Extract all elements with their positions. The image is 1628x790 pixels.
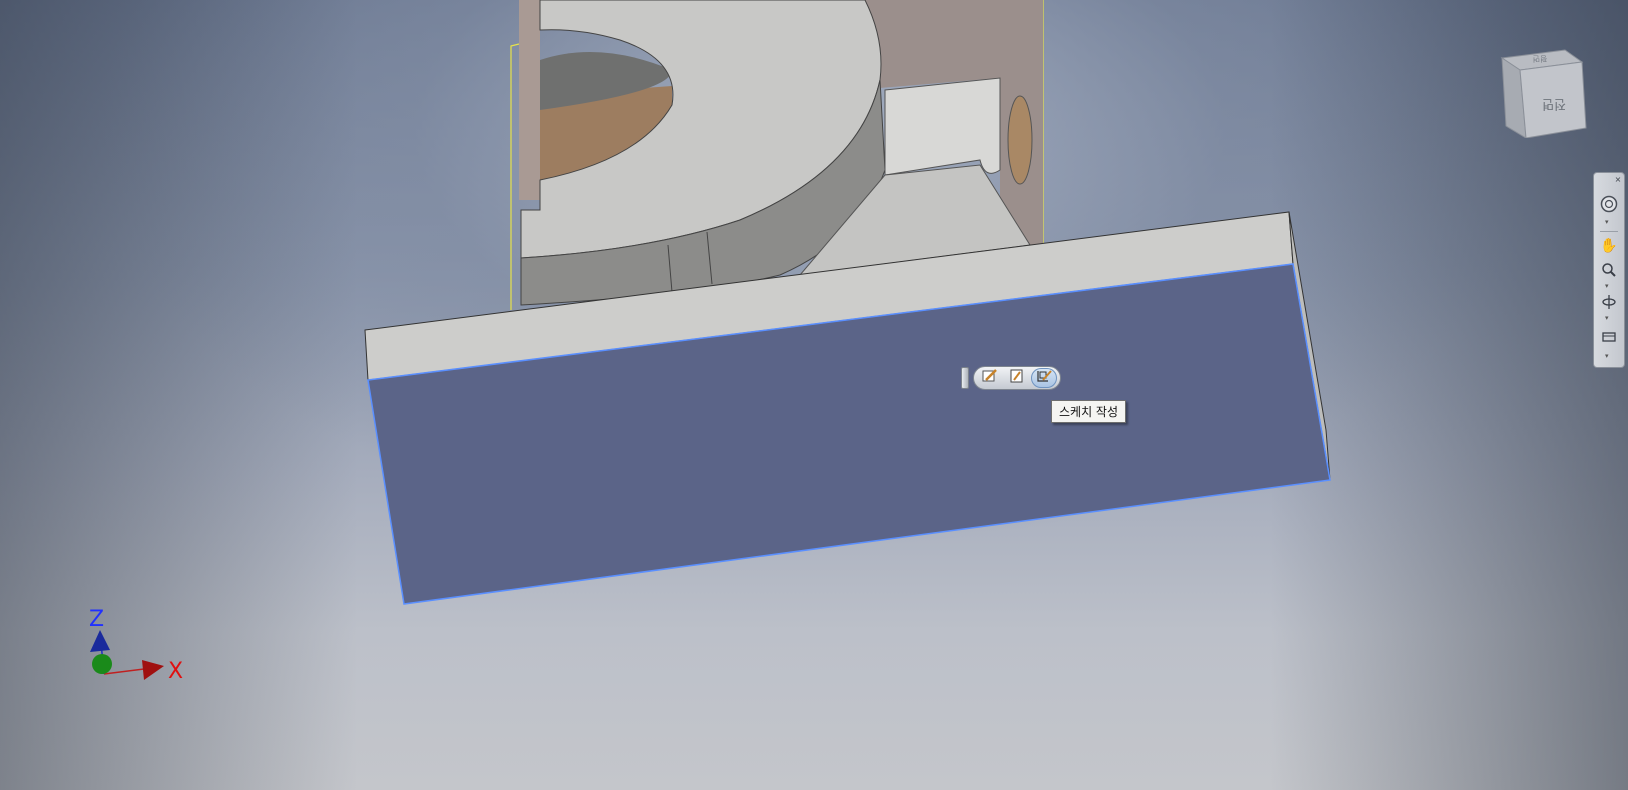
boss-cylinder xyxy=(884,77,1001,176)
orbit-icon[interactable] xyxy=(1598,291,1620,313)
orbit-caret-icon[interactable]: ▾ xyxy=(1605,315,1609,322)
navbar-customize-icon[interactable]: ▾ xyxy=(1605,353,1609,360)
tooltip: 스케치 작성 xyxy=(1051,400,1127,423)
viewcube-top-label: 평면 xyxy=(1533,54,1548,64)
navbar-close-icon[interactable]: × xyxy=(1614,175,1622,184)
steering-wheel-icon[interactable] xyxy=(1598,193,1620,215)
view-cube[interactable]: 전면 평면 xyxy=(1490,38,1600,139)
part-outline-highlight xyxy=(510,43,520,310)
x-axis-label: X xyxy=(168,659,183,684)
graphics-viewport[interactable]: 전면 평면 × ▾ ✋ ▾ ▾ ▾ 스케치 작성 Z X xyxy=(0,0,1628,790)
x-axis-arrow xyxy=(142,660,164,680)
z-axis-arrow xyxy=(90,630,110,652)
context-mini-toolbar xyxy=(961,366,1061,390)
pan-icon[interactable]: ✋ xyxy=(1598,235,1620,257)
edit-sketch-button[interactable] xyxy=(977,368,1003,388)
navigation-bar: × ▾ ✋ ▾ ▾ ▾ xyxy=(1593,172,1625,368)
mini-toolbar-grip[interactable] xyxy=(961,367,969,389)
edit-feature-button[interactable] xyxy=(1004,368,1030,388)
create-sketch-icon xyxy=(1035,368,1053,388)
zoom-caret-icon[interactable]: ▾ xyxy=(1605,283,1609,290)
edit-sketch-icon xyxy=(981,368,999,388)
axis-triad: Z X xyxy=(80,607,200,708)
create-sketch-button[interactable] xyxy=(1031,368,1057,388)
steering-caret-icon[interactable]: ▾ xyxy=(1605,219,1609,226)
left-back-wall xyxy=(519,0,540,200)
z-axis-label: Z xyxy=(89,608,104,632)
look-at-icon[interactable] xyxy=(1598,325,1620,347)
edit-feature-icon xyxy=(1008,368,1026,388)
y-axis-marker xyxy=(92,654,112,674)
zoom-icon[interactable] xyxy=(1598,259,1620,281)
viewcube-face-label: 전면 xyxy=(1542,96,1566,111)
3d-model-view[interactable] xyxy=(0,0,1628,790)
